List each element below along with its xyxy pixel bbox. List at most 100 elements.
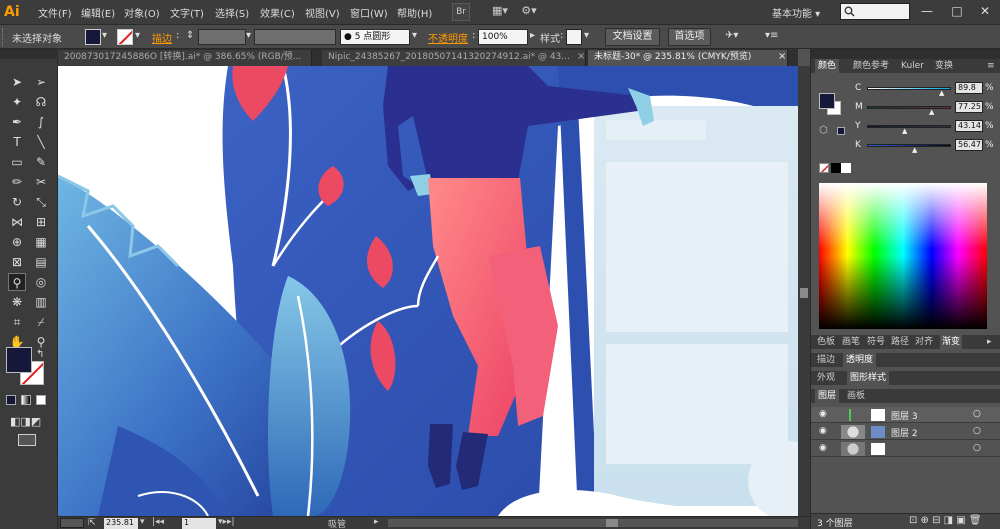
channel-k-slider[interactable]: [867, 144, 951, 147]
menu-effect[interactable]: 效果(C): [260, 5, 295, 20]
curvature-tool-icon[interactable]: ∫: [32, 113, 50, 131]
stroke-weight-dropdown-icon[interactable]: ▾: [246, 30, 251, 41]
width-tool-icon[interactable]: ⋈: [8, 213, 26, 231]
symbol-sprayer-tool-icon[interactable]: ❋: [8, 293, 26, 311]
gradient-tool-icon[interactable]: ▤: [32, 253, 50, 271]
panel-menu-icon[interactable]: ▾≡: [765, 30, 778, 41]
channel-y-thumb-icon[interactable]: ▲: [902, 127, 907, 135]
tab-brushes[interactable]: 画笔: [842, 335, 860, 349]
channel-y-value[interactable]: 43.14: [955, 120, 983, 132]
eye-icon[interactable]: ◉: [819, 409, 827, 419]
channel-m-thumb-icon[interactable]: ▲: [929, 108, 934, 116]
stroke-none-swatch[interactable]: [117, 29, 133, 45]
tab-appearance[interactable]: 外观: [817, 371, 835, 385]
fill-swatch[interactable]: [85, 29, 101, 45]
swap-colors-icon[interactable]: ↰: [36, 349, 44, 360]
menu-view[interactable]: 视图(V): [305, 5, 340, 20]
workspace-switcher[interactable]: 基本功能 ▾: [772, 5, 820, 20]
tab-layers[interactable]: 图层: [815, 389, 840, 403]
panel-collapse-icon[interactable]: ▸: [987, 335, 992, 349]
tab-stroke[interactable]: 描边: [817, 353, 835, 367]
menu-window[interactable]: 窗口(W): [350, 5, 388, 20]
scroll-thumb[interactable]: [800, 288, 808, 298]
slice-tool-icon[interactable]: ⌿: [32, 313, 50, 331]
color-spectrum[interactable]: [819, 183, 987, 329]
close-window-button[interactable]: ✕: [973, 3, 997, 20]
next-artboard-icon[interactable]: ▾▸▸|: [218, 517, 235, 527]
horizontal-scrollbar[interactable]: [388, 519, 798, 527]
h-scroll-thumb[interactable]: [606, 519, 618, 527]
tab-document-1[interactable]: 200873017245886O [转换].ai* @ 386.65% (RGB…: [58, 50, 312, 66]
menu-select[interactable]: 选择(S): [215, 5, 249, 20]
draw-mode-icon[interactable]: ◧◨◩: [10, 415, 46, 428]
channel-k-value[interactable]: 56.47: [955, 139, 983, 151]
bridge-icon[interactable]: Br: [452, 3, 470, 21]
tab-swatches[interactable]: 色板: [817, 335, 835, 349]
none-mode-icon[interactable]: [36, 395, 46, 405]
stroke-dropdown-icon[interactable]: ▾: [135, 30, 140, 41]
screen-mode-icon[interactable]: [18, 434, 36, 446]
minimize-button[interactable]: —: [915, 3, 939, 20]
tab-symbols[interactable]: 符号: [867, 335, 885, 349]
eyedropper-tool-icon[interactable]: ⚲: [8, 273, 26, 291]
color-mode-icon[interactable]: [6, 395, 16, 405]
layers-footer-icons[interactable]: ⊡ ⊕ ⊟ ◨ ▣ 🗑: [909, 515, 982, 526]
status-menu-icon[interactable]: ▸: [374, 517, 379, 527]
stroke-weight-field[interactable]: [198, 29, 246, 45]
line-tool-icon[interactable]: ╲: [32, 133, 50, 151]
tab-pathfinder[interactable]: 路径: [891, 335, 909, 349]
tab-artboards[interactable]: 画板: [847, 389, 865, 403]
artboard-number-field[interactable]: 1: [182, 518, 216, 529]
zoom-dropdown-icon[interactable]: ▾: [140, 517, 145, 527]
tab-document-3[interactable]: 未标题-30* @ 235.81% (CMYK/预览): [588, 50, 788, 66]
restore-button[interactable]: □: [945, 3, 969, 20]
layer-row[interactable]: ◉ 图层 2 ○: [811, 424, 1000, 440]
target-icon[interactable]: ○: [973, 409, 981, 419]
close-tab-icon[interactable]: ×: [778, 51, 786, 62]
lasso-tool-icon[interactable]: ☊: [32, 93, 50, 111]
menu-file[interactable]: 文件(F): [38, 5, 72, 20]
type-tool-icon[interactable]: T: [8, 133, 26, 151]
magic-wand-tool-icon[interactable]: ✦: [8, 93, 26, 111]
eye-icon[interactable]: ◉: [819, 426, 827, 436]
gamut-swatch[interactable]: [837, 127, 845, 135]
black-swatch[interactable]: [831, 163, 841, 173]
artboard-tool-icon[interactable]: ⌗: [8, 313, 26, 331]
tab-transform[interactable]: 变换: [935, 59, 953, 73]
variable-width-profile[interactable]: [254, 29, 336, 45]
opacity-field[interactable]: 100%: [478, 29, 528, 45]
style-dropdown-icon[interactable]: ▾: [584, 30, 589, 41]
selection-tool-icon[interactable]: ➤: [8, 73, 26, 91]
out-of-gamut-icon[interactable]: ⬡: [819, 125, 828, 136]
help-search-input[interactable]: [840, 3, 910, 20]
menu-type[interactable]: 文字(T): [170, 5, 204, 20]
direct-selection-tool-icon[interactable]: ➢: [32, 73, 50, 91]
gradient-mode-icon[interactable]: [21, 395, 31, 405]
tab-align[interactable]: 对齐: [915, 335, 933, 349]
perspective-grid-tool-icon[interactable]: ▦: [32, 233, 50, 251]
share-icon[interactable]: ⇱: [88, 518, 96, 528]
stroke-stepper-icon[interactable]: ⇕: [186, 30, 194, 41]
mesh-tool-icon[interactable]: ⊠: [8, 253, 26, 271]
channel-m-slider[interactable]: [867, 106, 951, 109]
tab-color[interactable]: 颜色: [815, 59, 840, 73]
tab-document-2[interactable]: Nipic_24385267_20180507141320274912.ai* …: [322, 50, 586, 66]
gpu-icon[interactable]: ⚙▾: [518, 3, 540, 21]
layer-row[interactable]: ◉ ○: [811, 441, 1000, 457]
channel-c-thumb-icon[interactable]: ▲: [939, 89, 944, 97]
channel-k-thumb-icon[interactable]: ▲: [912, 146, 917, 154]
pen-tool-icon[interactable]: ✒: [8, 113, 26, 131]
free-transform-tool-icon[interactable]: ⊞: [32, 213, 50, 231]
scale-tool-icon[interactable]: ⤡: [32, 193, 50, 211]
tab-graphic-styles[interactable]: 图形样式: [847, 371, 890, 385]
fill-color-box[interactable]: [6, 347, 32, 373]
target-icon[interactable]: ○: [973, 426, 981, 436]
graphic-style-swatch[interactable]: [566, 29, 582, 45]
preferences-button[interactable]: 首选项: [668, 28, 711, 46]
rectangle-tool-icon[interactable]: ▭: [8, 153, 26, 171]
panel-menu-icon[interactable]: ≡: [987, 59, 995, 73]
stroke-label[interactable]: 描边: [152, 30, 172, 45]
artboard-nav-icon[interactable]: [60, 518, 84, 528]
tab-transparency[interactable]: 透明度: [843, 353, 877, 367]
document-setup-button[interactable]: 文档设置: [605, 28, 660, 46]
